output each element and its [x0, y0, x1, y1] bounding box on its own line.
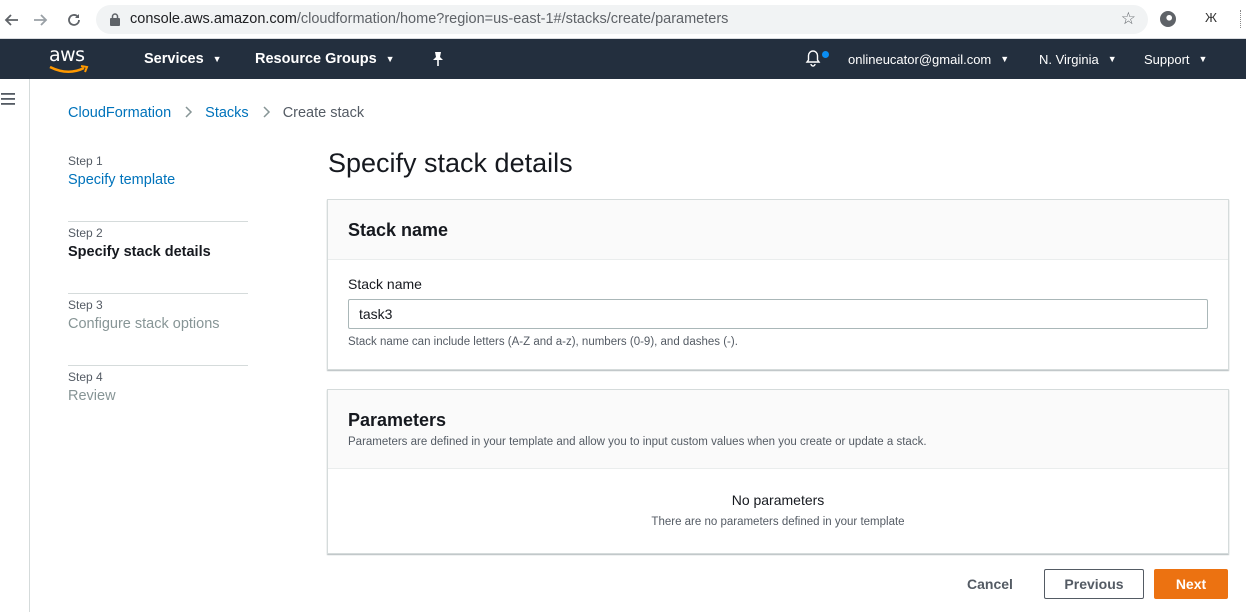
step-link-specify-template[interactable]: Specify template	[68, 172, 175, 188]
notification-dot	[822, 51, 829, 58]
caret-down-icon: ▼	[1198, 54, 1208, 64]
resource-groups-menu[interactable]: Resource Groups ▼	[255, 39, 395, 79]
toolbar-divider	[1240, 10, 1242, 28]
breadcrumb: CloudFormation Stacks Create stack	[68, 105, 364, 121]
step-number: Step 1	[68, 154, 103, 168]
caret-down-icon: ▼	[1000, 54, 1010, 64]
region-menu[interactable]: N. Virginia ▼	[1039, 39, 1117, 79]
forward-arrow-icon[interactable]	[30, 9, 52, 31]
breadcrumb-stacks[interactable]: Stacks	[205, 105, 249, 121]
wizard-steps: Step 1 Specify template Step 2 Specify s…	[68, 150, 248, 438]
lock-icon	[110, 13, 120, 26]
step-current-specify-stack-details: Specify stack details	[68, 244, 211, 260]
reload-icon[interactable]	[63, 9, 85, 31]
stack-name-label: Stack name	[348, 276, 422, 292]
account-menu[interactable]: onlineucator@gmail.com ▼	[848, 39, 1009, 79]
chevron-right-icon	[263, 105, 271, 121]
address-bar[interactable]: console.aws.amazon.com/cloudformation/ho…	[96, 5, 1148, 34]
empty-state-description: There are no parameters defined in your …	[651, 516, 905, 528]
page-title: Specify stack details	[328, 148, 573, 178]
stack-name-hint: Stack name can include letters (A-Z and …	[348, 336, 738, 348]
panel-description: Parameters are defined in your template …	[348, 436, 927, 448]
browser-toolbar: console.aws.amazon.com/cloudformation/ho…	[0, 0, 1246, 39]
extension-icon[interactable]	[1160, 11, 1176, 27]
breadcrumb-cloudformation[interactable]: CloudFormation	[68, 105, 171, 121]
panel-title: Parameters	[348, 410, 447, 430]
caret-down-icon: ▼	[1107, 54, 1117, 64]
panel-header: Stack name	[328, 200, 1228, 260]
star-icon[interactable]: ☆	[1121, 9, 1136, 29]
breadcrumb-create-stack: Create stack	[282, 105, 365, 121]
next-button[interactable]: Next	[1154, 569, 1228, 599]
chevron-right-icon	[185, 105, 193, 121]
menu-icon[interactable]	[1, 93, 15, 105]
panel-header: Parameters Parameters are defined in you…	[328, 390, 1228, 469]
parameters-panel: Parameters Parameters are defined in you…	[327, 389, 1229, 554]
aws-smile-icon	[49, 65, 89, 73]
step-number: Step 4	[68, 370, 103, 384]
resource-groups-label: Resource Groups	[255, 51, 377, 67]
extension-label[interactable]: Ж	[1205, 10, 1217, 25]
support-menu[interactable]: Support ▼	[1144, 39, 1207, 79]
step-number: Step 2	[68, 226, 103, 240]
pin-icon[interactable]	[431, 51, 445, 67]
account-label: onlineucator@gmail.com	[848, 51, 992, 67]
url-text: console.aws.amazon.com/cloudformation/ho…	[130, 11, 729, 27]
wizard-step-3: Step 3 Configure stack options	[68, 294, 248, 366]
previous-button[interactable]: Previous	[1044, 569, 1144, 599]
wizard-step-1: Step 1 Specify template	[68, 150, 248, 222]
panel-title: Stack name	[348, 220, 449, 240]
aws-console-header: aws Services ▼ Resource Groups ▼ onlineu…	[0, 39, 1246, 79]
empty-state-title: No parameters	[731, 492, 825, 508]
caret-down-icon: ▼	[385, 54, 395, 64]
services-menu[interactable]: Services ▼	[144, 39, 222, 79]
side-nav-rail	[0, 79, 30, 612]
step-configure-stack-options: Configure stack options	[68, 316, 220, 332]
cancel-button[interactable]: Cancel	[955, 569, 1025, 599]
wizard-step-2: Step 2 Specify stack details	[68, 222, 248, 294]
bell-icon[interactable]	[805, 49, 821, 67]
services-label: Services	[144, 51, 204, 67]
stack-name-input[interactable]	[348, 299, 1208, 329]
stack-name-panel: Stack name Stack name Stack name can inc…	[327, 199, 1229, 370]
step-number: Step 3	[68, 298, 103, 312]
step-review: Review	[68, 388, 116, 404]
support-label: Support	[1144, 51, 1190, 67]
back-arrow-icon[interactable]	[0, 9, 22, 31]
aws-logo[interactable]: aws	[49, 44, 85, 66]
wizard-step-4: Step 4 Review	[68, 366, 248, 438]
caret-down-icon: ▼	[212, 54, 222, 64]
region-label: N. Virginia	[1039, 51, 1099, 67]
